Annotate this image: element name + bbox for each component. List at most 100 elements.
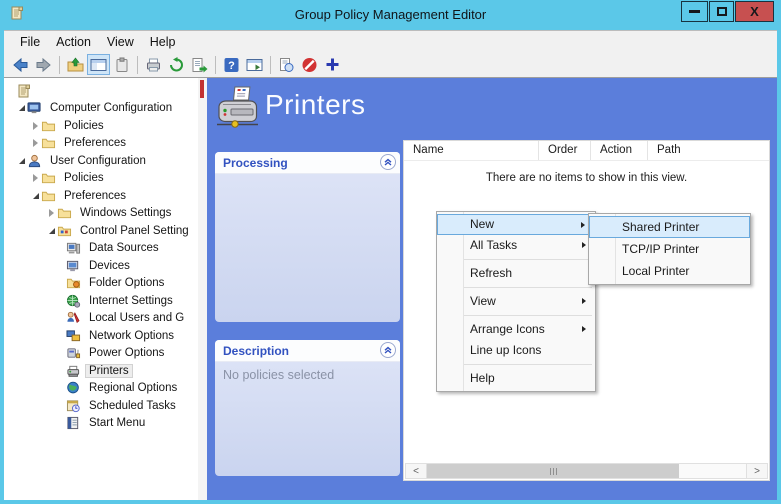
context-menu-new[interactable]: New: [437, 214, 595, 235]
list-empty-message: There are no items to show in this view.: [404, 172, 769, 184]
action-pane-button[interactable]: [243, 54, 266, 75]
description-panel: Description No policies selected: [215, 340, 400, 476]
refresh-button[interactable]: [165, 54, 188, 75]
tree-item-label: Policies: [60, 119, 108, 133]
submenu-shared-printer[interactable]: Shared Printer: [589, 216, 750, 238]
tree-item-start-menu[interactable]: Start Menu: [4, 415, 198, 433]
local-users-icon: [66, 311, 81, 325]
action-pane-icon: [246, 57, 263, 73]
column-header-action[interactable]: Action: [591, 141, 648, 160]
properties-button[interactable]: [275, 54, 298, 75]
submenu-local-printer[interactable]: Local Printer: [589, 260, 750, 282]
minimize-button[interactable]: [681, 1, 708, 22]
tree-item-computer-configuration[interactable]: Computer Configuration: [4, 100, 198, 118]
regional-options-icon: [66, 381, 81, 395]
context-menu-refresh[interactable]: Refresh: [437, 263, 595, 284]
menu-separator: [464, 364, 592, 365]
tree-item-policies[interactable]: Policies: [4, 170, 198, 188]
scroll-icon: [16, 83, 32, 99]
tree-item-label: Preferences: [60, 136, 130, 150]
minimize-icon: [689, 10, 700, 13]
pane-splitter[interactable]: [198, 78, 207, 500]
tree-item-label: Start Menu: [85, 416, 149, 430]
description-panel-body: No policies selected: [215, 362, 400, 388]
column-header-order[interactable]: Order: [539, 141, 591, 160]
toolbar-separator: [270, 56, 271, 74]
tree-item-label: Scheduled Tasks: [85, 399, 180, 413]
context-menu-view[interactable]: View: [437, 291, 595, 312]
properties-icon: [278, 57, 295, 73]
console-tree-button[interactable]: [87, 54, 110, 75]
clipboard-icon: [113, 57, 130, 73]
tree-item-printers[interactable]: Printers: [4, 362, 198, 380]
tree-item-label: User Configuration: [46, 154, 150, 168]
collapsed-arrow-icon[interactable]: [46, 209, 57, 217]
tree-item-scheduled-tasks[interactable]: Scheduled Tasks: [4, 397, 198, 415]
forward-button[interactable]: [32, 54, 55, 75]
collapsed-arrow-icon[interactable]: [30, 122, 41, 130]
expanded-arrow-icon[interactable]: [16, 158, 27, 164]
tree-item-label: Network Options: [85, 329, 178, 343]
column-header-path[interactable]: Path: [648, 141, 768, 160]
column-header-name[interactable]: Name: [404, 141, 539, 160]
network-options-icon: [66, 329, 81, 343]
back-button[interactable]: [9, 54, 32, 75]
tree-item-local-users-and-g[interactable]: Local Users and G: [4, 310, 198, 328]
tree-item-control-panel-setting[interactable]: Control Panel Setting: [4, 222, 198, 240]
menu-help[interactable]: Help: [142, 33, 184, 51]
title-bar[interactable]: Group Policy Management Editor X: [0, 0, 781, 30]
tree-item-windows-settings[interactable]: Windows Settings: [4, 205, 198, 223]
add-button[interactable]: [321, 54, 344, 75]
scroll-right-button[interactable]: >: [746, 464, 767, 478]
tree-item-internet-settings[interactable]: Internet Settings: [4, 292, 198, 310]
tree-item-data-sources[interactable]: Data Sources: [4, 240, 198, 258]
expanded-arrow-icon[interactable]: [30, 193, 41, 199]
context-menu-arrange-icons[interactable]: Arrange Icons: [437, 319, 595, 340]
menu-view[interactable]: View: [99, 33, 142, 51]
export-list-button[interactable]: [188, 54, 211, 75]
tree-item-preferences[interactable]: Preferences: [4, 187, 198, 205]
folder-icon: [41, 189, 56, 203]
tree-item-regional-options[interactable]: Regional Options: [4, 380, 198, 398]
svg-text:?: ?: [228, 60, 235, 72]
tree-item-user-configuration[interactable]: User Configuration: [4, 152, 198, 170]
description-panel-header: Description: [215, 340, 400, 362]
tree-item-preferences[interactable]: Preferences: [4, 135, 198, 153]
menu-separator: [464, 315, 592, 316]
horizontal-scrollbar[interactable]: < >: [405, 463, 768, 479]
close-button[interactable]: X: [735, 1, 774, 22]
scrollbar-thumb[interactable]: [427, 464, 679, 478]
start-menu-icon: [66, 416, 81, 430]
collapse-chevron-button[interactable]: [380, 342, 396, 358]
help-icon: ?: [223, 57, 240, 73]
maximize-button[interactable]: [709, 1, 734, 22]
collapsed-arrow-icon[interactable]: [30, 174, 41, 182]
menu-separator: [464, 287, 592, 288]
disable-button[interactable]: [298, 54, 321, 75]
scroll-left-button[interactable]: <: [406, 464, 427, 478]
tree-item-devices[interactable]: Devices: [4, 257, 198, 275]
clipboard-button[interactable]: [110, 54, 133, 75]
context-menu-all-tasks[interactable]: All Tasks: [437, 235, 595, 256]
tree-item-policies[interactable]: Policies: [4, 117, 198, 135]
folder-icon: [41, 171, 56, 185]
help-button[interactable]: ?: [220, 54, 243, 75]
print-button[interactable]: [142, 54, 165, 75]
submenu-tcp-ip-printer[interactable]: TCP/IP Printer: [589, 238, 750, 260]
collapse-chevron-button[interactable]: [380, 154, 396, 170]
expanded-arrow-icon[interactable]: [46, 228, 57, 234]
up-folder-button[interactable]: [64, 54, 87, 75]
tree-item-network-options[interactable]: Network Options: [4, 327, 198, 345]
menu-action[interactable]: Action: [48, 33, 99, 51]
export-list-icon: [191, 57, 208, 73]
collapsed-arrow-icon[interactable]: [30, 139, 41, 147]
expanded-arrow-icon[interactable]: [16, 105, 27, 111]
menu-file[interactable]: File: [12, 33, 48, 51]
tree-root-node[interactable]: [4, 82, 198, 100]
up-folder-icon: [67, 57, 84, 73]
tree-item-label: Data Sources: [85, 241, 163, 255]
context-menu-help[interactable]: Help: [437, 368, 595, 389]
tree-item-power-options[interactable]: Power Options: [4, 345, 198, 363]
context-menu-line-up-icons[interactable]: Line up Icons: [437, 340, 595, 361]
tree-item-folder-options[interactable]: Folder Options: [4, 275, 198, 293]
